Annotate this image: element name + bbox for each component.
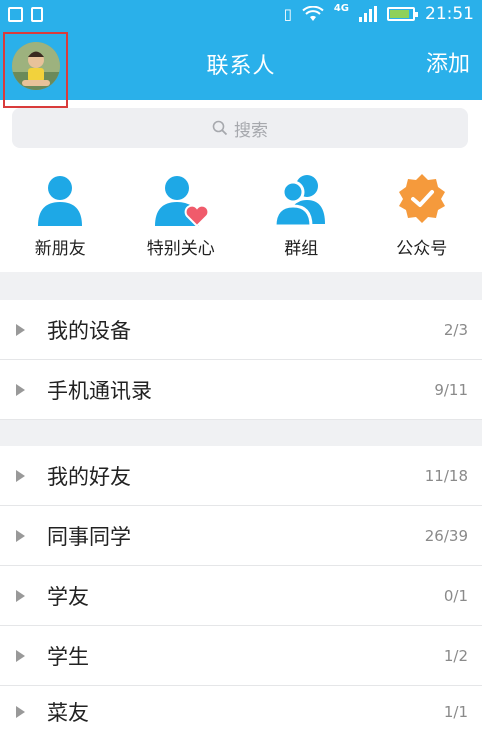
page-title: 联系人 — [206, 54, 276, 79]
expand-arrow-icon — [16, 706, 25, 718]
group-name: 同事同学 — [47, 524, 131, 549]
group-name: 菜友 — [47, 701, 89, 725]
group-count: 0/1 — [443, 586, 468, 605]
quick-special-care[interactable]: 特别关心 — [121, 160, 242, 272]
quick-label: 群组 — [284, 239, 319, 259]
expand-arrow-icon — [16, 383, 25, 396]
group-count: 1/1 — [443, 703, 468, 721]
person-icon — [38, 176, 83, 226]
group-row[interactable]: 手机通讯录 9/11 — [0, 360, 482, 420]
wifi-icon — [302, 6, 324, 21]
group-name: 我的设备 — [47, 318, 131, 343]
search-placeholder: 搜索 — [234, 120, 268, 141]
quick-label: 公众号 — [396, 239, 448, 259]
quick-new-friends[interactable]: 新朋友 — [0, 160, 121, 272]
add-contact-button[interactable]: 添加 — [426, 46, 470, 78]
search-input[interactable]: 搜索 — [12, 108, 468, 148]
sim-notification-icon — [31, 6, 43, 22]
group-count: 2/3 — [443, 320, 468, 339]
expand-arrow-icon — [16, 649, 25, 662]
group-row[interactable]: 我的设备 2/3 — [0, 300, 482, 360]
quick-actions: 新朋友 特别关心 群组 公众号 — [0, 160, 482, 272]
group-count: 11/18 — [424, 466, 468, 485]
group-name: 手机通讯录 — [47, 378, 152, 403]
quick-groups[interactable]: 群组 — [241, 160, 362, 272]
group-row[interactable]: 我的好友 11/18 — [0, 446, 482, 506]
group-row[interactable]: 同事同学 26/39 — [0, 506, 482, 566]
network-type: 4G — [333, 2, 349, 14]
quick-label: 特别关心 — [146, 239, 215, 259]
app-header: 联系人 添加 — [0, 28, 482, 108]
group-name: 学生 — [47, 644, 89, 669]
person-heart-icon — [154, 176, 210, 228]
group-row[interactable]: 菜友 1/1 — [0, 686, 482, 738]
group-name: 学友 — [47, 584, 89, 609]
vibrate-icon: ▯ — [283, 4, 292, 23]
group-name: 我的好友 — [47, 464, 131, 489]
group-count: 9/11 — [434, 380, 468, 399]
group-count: 26/39 — [424, 526, 468, 545]
expand-arrow-icon — [16, 469, 25, 482]
verified-badge-icon — [398, 174, 445, 223]
quick-label: 新朋友 — [34, 239, 86, 259]
status-bar: ▯ 4G 21:51 — [0, 0, 482, 28]
signal-icon — [359, 6, 377, 22]
group-row[interactable]: 学生 1/2 — [0, 626, 482, 686]
battery-level — [390, 10, 409, 18]
status-left-icons — [8, 6, 43, 22]
group-icon — [273, 175, 326, 228]
expand-arrow-icon — [16, 323, 25, 336]
expand-arrow-icon — [16, 529, 25, 542]
battery-icon — [387, 7, 418, 21]
section-divider — [0, 420, 482, 446]
status-right-icons: ▯ 4G 21:51 — [283, 2, 474, 25]
group-row[interactable]: 学友 0/1 — [0, 566, 482, 626]
status-time: 21:51 — [425, 4, 474, 24]
image-notification-icon — [8, 6, 23, 22]
search-icon — [212, 120, 228, 136]
section-divider — [0, 272, 482, 300]
group-count: 1/2 — [443, 646, 468, 665]
expand-arrow-icon — [16, 589, 25, 602]
quick-official-accounts[interactable]: 公众号 — [362, 160, 482, 272]
